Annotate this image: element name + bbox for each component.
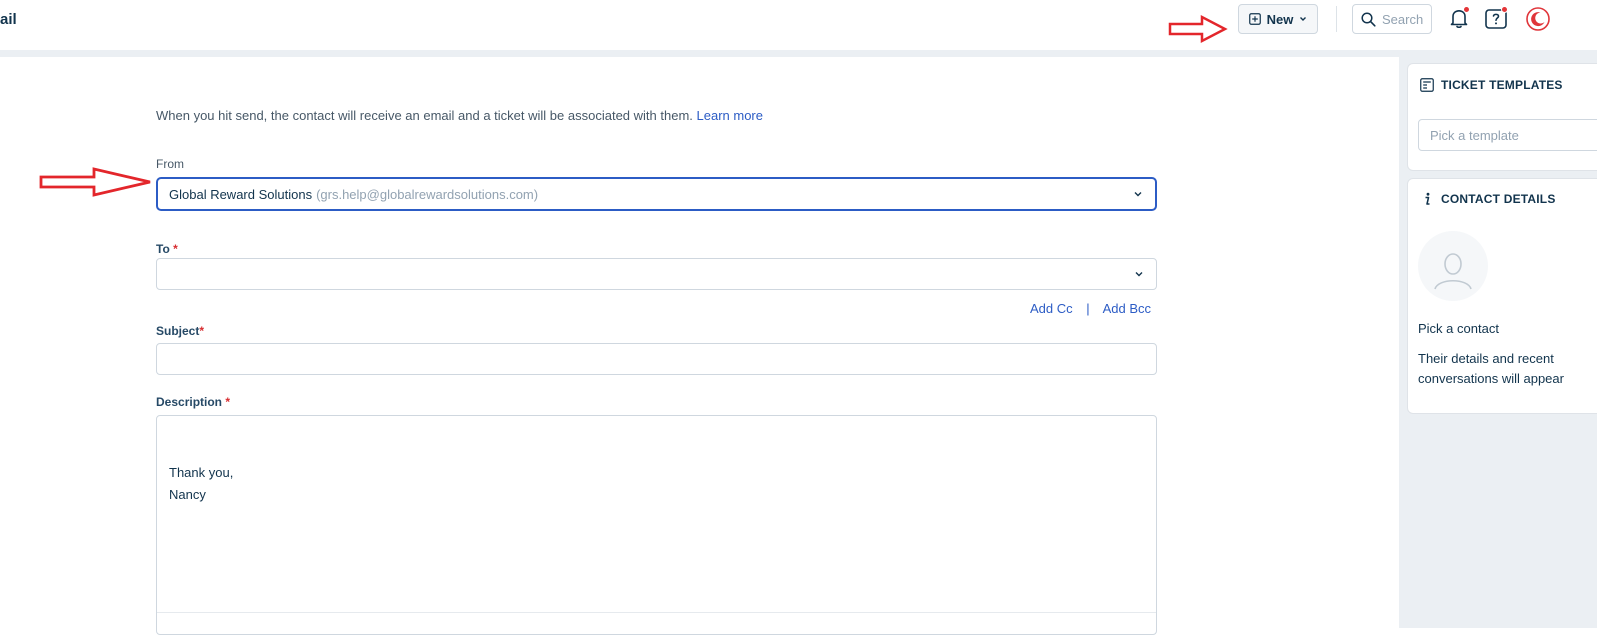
contact-details-header: CONTACT DETAILS xyxy=(1420,192,1556,206)
contact-help-text: Their details and recent conversations w… xyxy=(1418,349,1597,389)
template-picker[interactable]: Pick a template xyxy=(1418,119,1597,151)
plus-square-icon xyxy=(1248,13,1261,25)
annotation-arrow-new xyxy=(1168,14,1228,44)
learn-more-link[interactable]: Learn more xyxy=(697,108,763,123)
annotation-arrow-from xyxy=(39,167,151,197)
chevron-down-icon xyxy=(1134,192,1142,197)
subject-label: Subject* xyxy=(156,324,204,338)
person-icon xyxy=(1434,253,1472,290)
contact-help-line: conversations will appear xyxy=(1418,371,1564,386)
template-placeholder: Pick a template xyxy=(1430,127,1519,143)
info-icon xyxy=(1425,192,1430,205)
cc-bcc-links: Add Cc | Add Bcc xyxy=(1030,301,1151,316)
right-sidebar: TICKET TEMPLATES Pick a template CONTACT… xyxy=(1399,57,1597,628)
contact-help-line: Their details and recent xyxy=(1418,351,1554,366)
search-input[interactable]: Search xyxy=(1352,4,1432,34)
intro-text: When you hit send, the contact will rece… xyxy=(156,108,763,123)
search-icon xyxy=(1361,11,1376,27)
intro-sentence: When you hit send, the contact will rece… xyxy=(156,108,693,123)
to-label-text: To xyxy=(156,242,170,256)
chevron-down-icon xyxy=(1135,272,1143,277)
page-title: ail xyxy=(0,11,17,28)
subject-input[interactable] xyxy=(156,343,1157,375)
top-bar: ail New Search xyxy=(0,0,1597,50)
add-bcc-link[interactable]: Add Bcc xyxy=(1103,301,1151,316)
chevron-down-icon xyxy=(1300,17,1307,21)
profile-menu[interactable] xyxy=(1525,6,1551,32)
required-marker: * xyxy=(173,242,178,256)
cc-separator: | xyxy=(1086,301,1090,316)
description-line: Thank you, xyxy=(169,465,234,480)
required-marker: * xyxy=(199,324,205,338)
header-separator xyxy=(0,50,1597,57)
toolbar-divider xyxy=(1336,6,1337,32)
contact-avatar xyxy=(1418,231,1488,301)
to-select[interactable] xyxy=(156,258,1157,290)
ticket-templates-header: TICKET TEMPLATES xyxy=(1420,78,1563,92)
new-button[interactable]: New xyxy=(1238,4,1318,34)
from-name: Global Reward Solutions xyxy=(169,186,313,202)
ticket-templates-card: TICKET TEMPLATES Pick a template xyxy=(1407,63,1597,171)
description-line: Nancy xyxy=(169,487,206,502)
pick-contact-text: Pick a contact xyxy=(1418,321,1499,336)
from-label: From xyxy=(156,157,184,171)
description-label: Description * xyxy=(156,395,230,409)
contact-details-title: CONTACT DETAILS xyxy=(1441,192,1556,206)
notification-dot xyxy=(1463,6,1470,13)
help-notification-dot xyxy=(1501,6,1508,13)
description-label-text: Description xyxy=(156,395,223,409)
new-button-label: New xyxy=(1266,11,1294,27)
search-placeholder: Search xyxy=(1382,11,1424,27)
notifications-button[interactable] xyxy=(1447,6,1473,32)
editor-toolbar-divider xyxy=(157,612,1156,613)
crescent-logo-icon xyxy=(1526,7,1550,31)
template-icon xyxy=(1420,78,1434,92)
from-email: (grs.help@globalrewardsolutions.com) xyxy=(316,186,539,202)
ticket-templates-title: TICKET TEMPLATES xyxy=(1441,78,1563,92)
subject-label-text: Subject xyxy=(156,324,200,338)
add-cc-link[interactable]: Add Cc xyxy=(1030,301,1073,316)
required-marker: * xyxy=(225,395,231,409)
to-label: To * xyxy=(156,242,178,256)
description-editor[interactable]: Thank you, Nancy xyxy=(156,415,1157,635)
contact-details-card: CONTACT DETAILS Pick a contact Their det… xyxy=(1407,178,1597,414)
help-button[interactable] xyxy=(1484,6,1510,32)
description-body: Thank you, Nancy xyxy=(169,462,233,506)
from-select[interactable]: Global Reward Solutions (grs.help@global… xyxy=(156,177,1157,211)
